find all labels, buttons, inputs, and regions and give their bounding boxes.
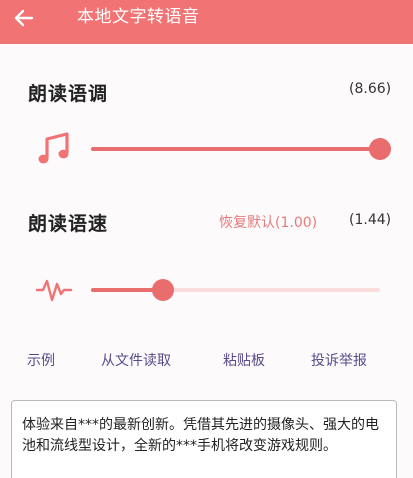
speed-label: 朗读语速 — [28, 213, 109, 235]
arrow-left-icon — [14, 9, 34, 27]
example-button[interactable]: 示例 — [27, 350, 55, 370]
report-button[interactable]: 投诉举报 — [311, 350, 367, 370]
back-button[interactable] — [8, 4, 40, 32]
pitch-slider[interactable] — [91, 137, 391, 161]
pitch-slider-fill — [91, 147, 380, 151]
speed-value: (1.44) — [349, 212, 392, 228]
music-note-icon — [38, 132, 69, 164]
app-bar: 本地文字转语音 — [0, 0, 413, 44]
action-row: 示例 从文件读取 粘贴板 投诉举报 — [0, 350, 413, 372]
speed-slider[interactable] — [91, 278, 380, 302]
reset-speed-button[interactable]: 恢复默认(1.00) — [219, 212, 317, 232]
clipboard-button[interactable]: 粘贴板 — [223, 350, 265, 370]
tts-text-input[interactable]: 体验来自***的最新创新。凭借其先进的摄像头、强大的电池和流线型设计，全新的**… — [11, 400, 397, 478]
read-from-file-button[interactable]: 从文件读取 — [101, 350, 171, 370]
pitch-slider-thumb[interactable] — [369, 138, 391, 160]
pitch-value: (8.66) — [349, 81, 392, 97]
page-title: 本地文字转语音 — [77, 7, 200, 27]
tts-screen: 本地文字转语音 朗读语调 (8.66) 朗读语速 恢复默认(1.00) (1.4… — [0, 0, 413, 478]
waveform-icon — [36, 279, 72, 302]
speed-slider-thumb[interactable] — [152, 279, 175, 301]
pitch-label: 朗读语调 — [28, 83, 109, 105]
